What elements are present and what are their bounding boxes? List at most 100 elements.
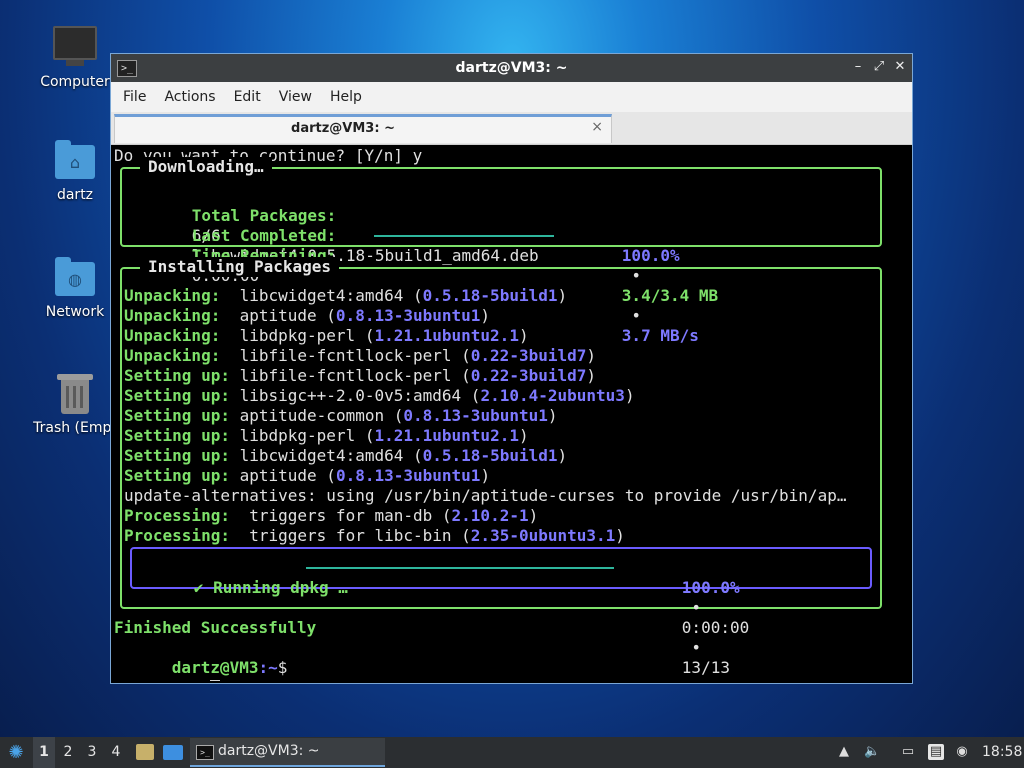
dpkg-count: 13/13 — [681, 658, 730, 677]
trigger-log-line: Processing: triggers for man-db (2.10.2-… — [124, 506, 539, 525]
log-version: 2.35-0ubuntu3.1 — [470, 526, 616, 545]
trash-icon — [53, 372, 97, 416]
dpkg-time: 0:00:00 — [681, 618, 750, 637]
desktop-icon-home[interactable]: ⌂ dartz — [27, 139, 123, 203]
prompt-user: dartz@VM3 — [171, 658, 259, 677]
tab-terminal[interactable]: dartz@VM3: ~ × — [114, 114, 612, 143]
desktop-icon-label: Computer — [40, 74, 110, 90]
desktop-icon-label: Network — [45, 304, 105, 320]
workspace-3[interactable]: 3 — [81, 737, 103, 768]
log-package: triggers for libc-bin — [249, 526, 452, 545]
log-package: libdpkg-perl — [239, 426, 356, 445]
log-version: 0.22-3build7 — [470, 346, 587, 365]
home-folder-icon: ⌂ — [53, 139, 97, 183]
downloading-title: Downloading… — [140, 157, 272, 177]
dpkg-progress-bar — [306, 567, 614, 569]
log-version: 0.5.18-5build1 — [422, 446, 558, 465]
log-version: 0.22-3build7 — [470, 366, 587, 385]
log-version: 0.8.13-3ubuntu1 — [335, 466, 481, 485]
taskbar-window-label: dartz@VM3: ~ — [218, 743, 320, 759]
text-cursor — [210, 679, 221, 681]
log-action: Setting up: — [124, 366, 230, 385]
finished-message: Finished Successfully — [114, 618, 317, 637]
log-package: libsigc++-2.0-0v5:amd64 — [239, 386, 462, 405]
running-dpkg-label: ✔ Running dpkg … — [193, 578, 348, 597]
installing-title: Installing Packages — [140, 257, 340, 277]
workspace-4[interactable]: 4 — [105, 737, 127, 768]
download-percent: 100.0% — [621, 246, 680, 265]
install-log-line: Unpacking: aptitude (0.8.13-3ubuntu1) — [124, 306, 491, 325]
clock[interactable]: 18:58 — [982, 737, 1022, 768]
tab-bar: dartz@VM3: ~ × — [111, 112, 912, 145]
log-package: libfile-fcntllock-perl — [239, 366, 452, 385]
prompt-symbol: $ — [277, 658, 288, 677]
log-action: Unpacking: — [124, 346, 221, 365]
taskbar: ✺ 1 2 3 4 >_ dartz@VM3: ~ ▲ 🔈 ▭ ▤ ◉ 18:5… — [0, 737, 1024, 768]
install-log-line: Setting up: libdpkg-perl (1.21.1ubuntu2.… — [124, 426, 529, 445]
install-log-line: Setting up: aptitude-common (0.8.13-3ubu… — [124, 406, 558, 425]
menu-file[interactable]: File — [117, 89, 158, 105]
computer-icon — [53, 26, 97, 70]
alternatives-line: update-alternatives: using /usr/bin/apti… — [124, 486, 847, 505]
install-log-line: Setting up: libcwidget4:amd64 (0.5.18-5b… — [124, 446, 568, 465]
desktop-icon-network[interactable]: ◍ Network — [27, 256, 123, 320]
dpkg-percent: 100.0% — [681, 578, 740, 597]
install-log-line: Unpacking: libcwidget4:amd64 (0.5.18-5bu… — [124, 286, 568, 305]
desktop-icon-computer[interactable]: Computer — [27, 22, 123, 90]
workspace-2[interactable]: 2 — [57, 737, 79, 768]
install-log-line: Setting up: aptitude (0.8.13-3ubuntu1) — [124, 466, 491, 485]
menu-edit[interactable]: Edit — [228, 89, 273, 105]
trigger-log-line: Processing: triggers for libc-bin (2.35-… — [124, 526, 625, 545]
log-package: libfile-fcntllock-perl — [239, 346, 452, 365]
command-input[interactable]: sudo — [172, 678, 211, 681]
log-package: libcwidget4:amd64 — [239, 446, 404, 465]
notification-icon[interactable]: ◉ — [954, 744, 970, 760]
volume-icon[interactable]: 🔈 — [864, 744, 880, 760]
log-version: 0.5.18-5build1 — [422, 286, 558, 305]
file-manager-icon[interactable] — [136, 744, 154, 760]
minimize-button[interactable]: – — [850, 59, 866, 75]
log-version: 1.21.1ubuntu2.1 — [374, 426, 519, 445]
clipboard-icon[interactable]: ▤ — [928, 744, 944, 760]
install-log-line: Setting up: libsigc++-2.0-0v5:amd64 (2.1… — [124, 386, 635, 405]
install-log-line: Setting up: libfile-fcntllock-perl (0.22… — [124, 366, 597, 385]
log-package: aptitude — [239, 306, 317, 325]
log-version: 2.10.4-2ubuntu3 — [480, 386, 625, 405]
desktop-icon-label: dartz — [56, 187, 94, 203]
maximize-button[interactable]: ⤢ — [871, 59, 887, 75]
taskbar-window-button[interactable]: >_ dartz@VM3: ~ — [190, 738, 385, 767]
install-log-line: Unpacking: libfile-fcntllock-perl (0.22-… — [124, 346, 597, 365]
tab-label: dartz@VM3: ~ — [291, 121, 395, 136]
terminal-window: >_ dartz@VM3: ~ – ⤢ ✕ File Actions Edit … — [110, 53, 913, 684]
terminal-output[interactable]: Do you want to continue? [Y/n] y Downloa… — [114, 146, 909, 681]
window-titlebar[interactable]: >_ dartz@VM3: ~ – ⤢ ✕ — [111, 54, 912, 82]
log-action: Setting up: — [124, 446, 230, 465]
log-version: 2.10.2-1 — [451, 506, 529, 525]
download-progress-bar — [374, 235, 554, 237]
log-package: aptitude — [239, 466, 317, 485]
menu-help[interactable]: Help — [324, 89, 374, 105]
workspace-1[interactable]: 1 — [33, 737, 55, 768]
window-title: dartz@VM3: ~ — [455, 60, 568, 76]
menu-bar: File Actions Edit View Help — [111, 82, 912, 112]
log-package: aptitude-common — [239, 406, 385, 425]
log-action: Setting up: — [124, 406, 230, 425]
menu-actions[interactable]: Actions — [158, 89, 227, 105]
log-action: Processing: — [124, 506, 230, 525]
updates-icon[interactable]: ▲ — [836, 744, 852, 760]
log-action: Setting up: — [124, 386, 230, 405]
show-desktop-icon[interactable] — [163, 745, 183, 760]
log-version: 0.8.13-3ubuntu1 — [403, 406, 548, 425]
network-folder-icon: ◍ — [53, 256, 97, 300]
menu-view[interactable]: View — [273, 89, 324, 105]
prompt-path: :~ — [258, 658, 278, 677]
log-action: Unpacking: — [124, 306, 221, 325]
shell-prompt-line[interactable]: dartz@VM3:~$ sudo — [114, 638, 287, 681]
app-menu-icon[interactable]: ✺ — [4, 737, 28, 768]
close-button[interactable]: ✕ — [892, 59, 908, 75]
display-icon[interactable]: ▭ — [900, 744, 916, 760]
install-log-line: Unpacking: libdpkg-perl (1.21.1ubuntu2.1… — [124, 326, 529, 345]
log-package: libcwidget4:amd64 — [239, 286, 404, 305]
tab-close-icon[interactable]: × — [591, 119, 603, 135]
log-package: libdpkg-perl — [239, 326, 356, 345]
